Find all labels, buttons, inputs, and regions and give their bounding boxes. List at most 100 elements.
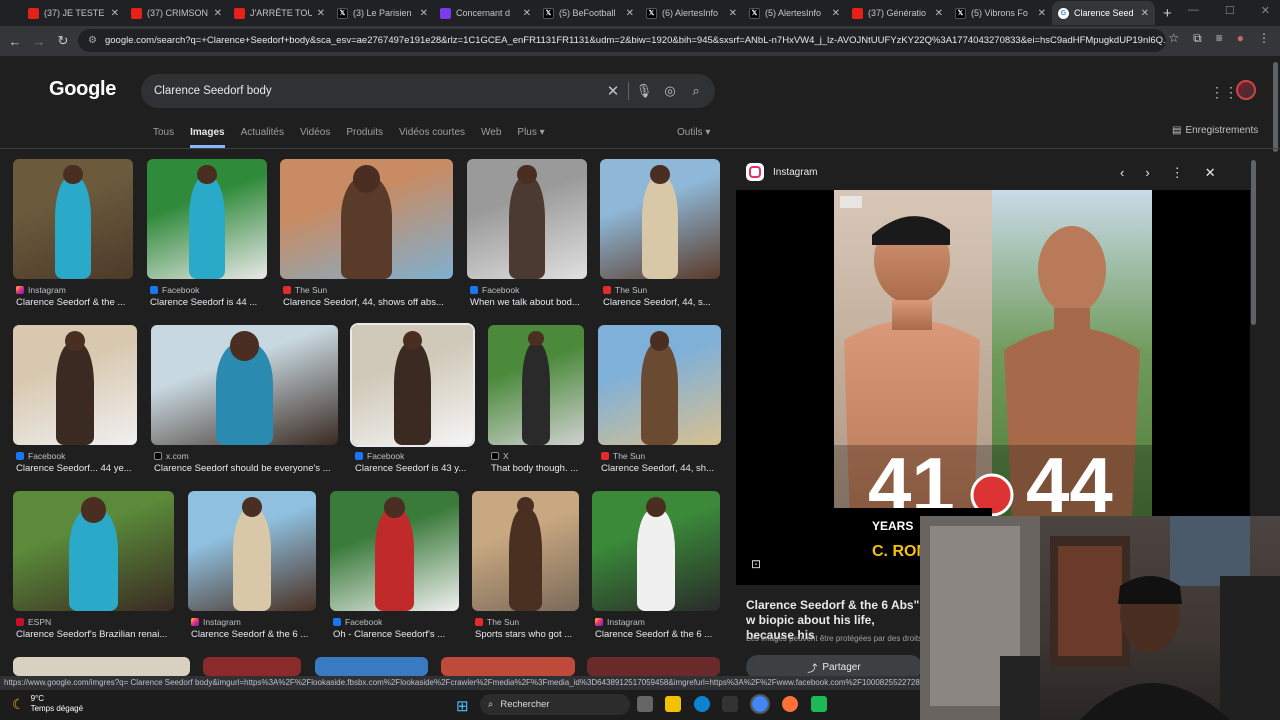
avatar[interactable] [1236,80,1256,100]
chrome-icon[interactable] [750,694,770,714]
google-logo[interactable]: Google [49,78,116,101]
result-source[interactable]: The Sun [601,451,645,461]
result-image[interactable] [350,323,475,447]
preview-scrollbar[interactable] [1251,160,1256,325]
result-image[interactable] [488,325,584,445]
result-source[interactable]: Facebook [333,617,382,627]
preview-source[interactable]: Instagram [746,163,817,181]
close-tab-icon[interactable]: ✕ [935,8,943,19]
search-input[interactable]: Clarence Seedorf body [154,85,600,97]
store-icon[interactable] [722,696,738,712]
result-caption[interactable]: Clarence Seedorf is 43 y... [355,463,466,474]
extensions-icon[interactable]: ⧉ [1193,31,1202,46]
result-caption[interactable]: Clarence Seedorf is 44 ... [150,297,257,308]
result-source[interactable]: Facebook [470,285,519,295]
result-caption[interactable]: Clarence Seedorf... 44 ye... [16,463,132,474]
close-tab-icon[interactable]: ✕ [111,8,119,19]
result-source[interactable]: Instagram [191,617,241,627]
saved-button[interactable]: ▤ Enregistrements [1172,125,1258,136]
result-image[interactable] [472,491,579,611]
close-tab-icon[interactable]: ✕ [317,8,325,19]
result-source[interactable]: Instagram [595,617,645,627]
filter-tab-2[interactable]: Actualités [241,127,284,148]
tab-10[interactable]: G Clarence Seed ✕ [1052,1,1155,25]
firefox-icon[interactable] [782,696,798,712]
file-explorer-icon[interactable] [665,696,681,712]
result-source[interactable]: Instagram [16,285,66,295]
tab-1[interactable]: (37) CRIMSON ✕ [125,1,228,25]
visual-search-icon[interactable]: ⊡ [751,557,761,571]
result-image[interactable] [13,491,174,611]
result-source[interactable]: Facebook [16,451,65,461]
filter-tab-4[interactable]: Produits [346,127,383,148]
media-icon[interactable]: ≡ [1216,31,1223,46]
close-tab-icon[interactable]: ✕ [832,8,840,19]
result-image[interactable] [147,159,267,279]
result-image[interactable] [203,657,301,676]
tab-6[interactable]: 𝕏 (6) AlertesInfo ✕ [640,1,743,25]
result-image[interactable] [13,325,137,445]
edge-icon[interactable] [694,696,710,712]
reload-icon[interactable]: ↻ [51,33,75,49]
page-scrollbar[interactable] [1273,62,1278,152]
more-icon[interactable]: ⋮ [1171,165,1184,181]
close-tab-icon[interactable]: ✕ [729,8,737,19]
result-image[interactable] [13,657,190,676]
filter-tab-7[interactable]: Plus ▾ [517,127,544,148]
result-caption[interactable]: Oh - Clarence Seedorf's ... [333,629,445,640]
search-icon[interactable]: ⌕ [683,83,709,99]
app-icon[interactable] [811,696,827,712]
result-caption[interactable]: Clarence Seedorf & the 6 ... [595,629,712,640]
result-source[interactable]: X [491,451,509,461]
tab-9[interactable]: 𝕏 (5) Vibrons Fo ✕ [949,1,1052,25]
minimize-icon[interactable]: — [1188,4,1199,17]
result-source[interactable]: The Sun [475,617,519,627]
filter-tab-0[interactable]: Tous [153,127,174,148]
result-caption[interactable]: Clarence Seedorf, 44, s... [603,297,711,308]
result-image[interactable] [600,159,720,279]
bookmark-star-icon[interactable]: ☆ [1168,31,1179,46]
tab-4[interactable]: Concernant d ✕ [434,1,537,25]
result-caption[interactable]: Clarence Seedorf, 44, sh... [601,463,714,474]
close-tab-icon[interactable]: ✕ [1141,8,1149,19]
next-icon[interactable]: › [1145,165,1149,181]
close-window-icon[interactable]: ✕ [1261,4,1270,17]
maximize-icon[interactable]: ☐ [1225,4,1235,17]
tools-button[interactable]: Outils ▾ [677,127,710,138]
close-tab-icon[interactable]: ✕ [626,8,634,19]
site-info-icon[interactable]: ⚙ [88,35,97,46]
result-caption[interactable]: Clarence Seedorf, 44, shows off abs... [283,297,444,308]
windows-start-icon[interactable]: ⊞ [456,697,469,715]
tab-8[interactable]: (37) Génératio ✕ [846,1,949,25]
close-tab-icon[interactable]: ✕ [420,8,428,19]
result-image[interactable] [598,325,721,445]
result-image[interactable] [330,491,459,611]
close-tab-icon[interactable]: ✕ [214,8,222,19]
tab-2[interactable]: J'ARRÊTE TOUT ✕ [228,1,331,25]
result-image[interactable] [188,491,316,611]
result-image[interactable] [441,657,575,676]
task-view-icon[interactable] [637,696,653,712]
result-image[interactable] [315,657,428,676]
result-caption[interactable]: Clarence Seedorf & the 6 ... [191,629,308,640]
microphone-icon[interactable]: 🎙 [631,83,657,99]
result-image[interactable] [280,159,453,279]
filter-tab-3[interactable]: Vidéos [300,127,330,148]
result-image[interactable] [13,159,133,279]
menu-icon[interactable]: ⋮ [1258,31,1270,46]
close-preview-icon[interactable]: ✕ [1205,165,1216,181]
previous-icon[interactable]: ‹ [1120,165,1124,181]
forward-icon[interactable]: → [27,34,51,49]
weather-widget[interactable]: ☾ 9°C Temps dégagé [12,694,83,714]
result-source[interactable]: x.com [154,451,189,461]
search-box[interactable]: Clarence Seedorf body ✕ 🎙 ◎ ⌕ [141,74,715,108]
close-tab-icon[interactable]: ✕ [523,8,531,19]
filter-tab-1[interactable]: Images [190,127,225,148]
filter-tab-6[interactable]: Web [481,127,501,148]
tab-5[interactable]: 𝕏 (5) BeFootball ✕ [537,1,640,25]
tab-3[interactable]: 𝕏 (3) Le Parisien ✕ [331,1,434,25]
close-tab-icon[interactable]: ✕ [1038,8,1046,19]
result-image[interactable] [467,159,587,279]
result-image[interactable] [587,657,720,676]
result-source[interactable]: ESPN [16,617,51,627]
